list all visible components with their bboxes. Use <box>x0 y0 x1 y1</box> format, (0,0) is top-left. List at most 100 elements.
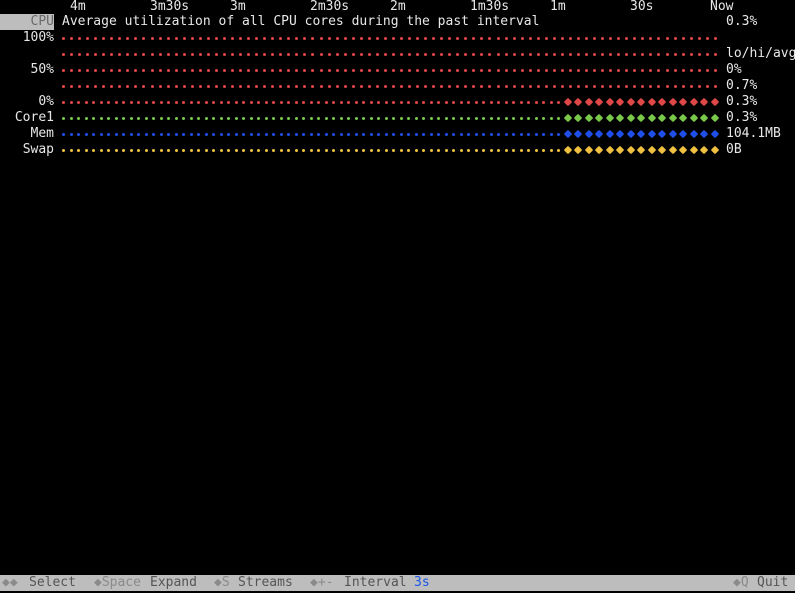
graph-sample <box>189 148 193 152</box>
graph-sample <box>190 52 194 56</box>
graph-sample-active <box>657 129 667 139</box>
graph-sample <box>713 36 717 40</box>
timeline-label: 1m30s <box>470 0 510 14</box>
graph-sample <box>437 100 440 104</box>
quit-action[interactable]: Quit <box>757 575 788 591</box>
graph-sample <box>384 100 388 104</box>
graph-sample <box>464 36 468 40</box>
graph-sample <box>549 148 553 152</box>
graph-sample <box>264 148 268 152</box>
graph-sample <box>343 52 347 56</box>
quit-key-hint: ◆Q <box>733 575 749 590</box>
graph-sample <box>247 36 251 40</box>
graph-sample <box>488 68 492 72</box>
graph-sample <box>110 84 114 88</box>
graph-sample <box>114 100 118 104</box>
graph-sample <box>182 84 186 88</box>
graph-sample <box>279 52 283 56</box>
graph-sample <box>347 100 350 104</box>
graph-sample <box>214 68 218 72</box>
graph-sample <box>482 116 485 120</box>
graph-sample <box>99 132 103 136</box>
graph-sample <box>219 132 223 136</box>
graph-sample <box>174 100 178 104</box>
graph-sample <box>585 36 589 40</box>
graph-sample <box>377 148 380 152</box>
graph-sample <box>102 52 106 56</box>
graph-sample <box>367 52 371 56</box>
graph-sample <box>107 132 110 136</box>
graph-sample <box>62 148 65 152</box>
interval-action[interactable]: Interval <box>344 575 407 591</box>
cpu-axis-50: 50% <box>30 62 54 77</box>
graph-sample-active <box>678 113 688 123</box>
graph-sample <box>302 116 305 120</box>
graph-sample <box>239 52 243 56</box>
graph-sample <box>429 116 433 120</box>
graph-sample <box>107 116 110 120</box>
graph-sample <box>102 68 106 72</box>
graph-sample <box>542 148 545 152</box>
graph-sample-active <box>594 97 604 107</box>
graph-sample <box>212 116 215 120</box>
graph-sample <box>182 36 186 40</box>
stream-label-core1[interactable]: Core1 <box>0 110 54 126</box>
graph-sample <box>114 148 118 152</box>
expand-action[interactable]: Expand <box>150 575 197 591</box>
graph-sample <box>69 132 73 136</box>
graph-sample <box>294 148 298 152</box>
graph-sample <box>198 52 202 56</box>
graph-sample <box>118 52 122 56</box>
stream-label-mem[interactable]: Mem <box>0 126 54 142</box>
graph-sample <box>263 68 267 72</box>
graph-sample <box>399 132 403 136</box>
graph-sample <box>593 68 597 72</box>
graph-sample <box>319 52 323 56</box>
graph-sample <box>560 36 564 40</box>
graph-sample <box>126 68 130 72</box>
graph-sample <box>78 68 82 72</box>
graph-sample <box>309 100 313 104</box>
graph-sample <box>593 36 597 40</box>
graph-sample <box>520 68 524 72</box>
cpu-graph-row <box>62 94 719 110</box>
graph-sample-active <box>573 113 583 123</box>
graph-sample-active <box>626 113 635 123</box>
graph-sample <box>295 84 299 88</box>
graph-sample <box>134 36 138 40</box>
select-action[interactable]: Select <box>29 575 76 591</box>
graph-sample-active <box>689 97 698 107</box>
graph-sample <box>440 84 444 88</box>
graph-sample <box>542 100 545 104</box>
graph-sample <box>665 68 669 72</box>
graph-sample <box>681 84 685 88</box>
graph-sample <box>474 116 478 120</box>
graph-sample-active <box>668 113 677 123</box>
graph-sample <box>383 36 387 40</box>
graph-sample <box>206 36 210 40</box>
graph-sample <box>689 52 693 56</box>
stream-label-cpu[interactable]: CPU <box>0 14 54 30</box>
graph-sample <box>114 132 118 136</box>
core1-value: 0.3% <box>726 110 758 125</box>
graph-sample <box>552 84 556 88</box>
graph-sample <box>339 148 343 152</box>
graph-sample <box>681 36 685 40</box>
graph-sample <box>464 68 468 72</box>
core1-graph-row <box>62 110 719 126</box>
graph-sample <box>311 52 315 56</box>
graph-sample <box>625 52 629 56</box>
graph-sample <box>234 148 238 152</box>
graph-sample <box>377 116 380 120</box>
streams-action[interactable]: Streams <box>238 575 293 591</box>
graph-sample <box>249 100 253 104</box>
graph-sample <box>527 100 530 104</box>
graph-sample <box>496 52 500 56</box>
graph-sample-active <box>563 113 572 123</box>
graph-sample <box>377 100 380 104</box>
graph-sample <box>422 100 425 104</box>
graph-sample <box>242 148 245 152</box>
stream-label-swap[interactable]: Swap <box>0 142 54 158</box>
graph-sample <box>167 116 170 120</box>
graph-sample <box>303 84 307 88</box>
